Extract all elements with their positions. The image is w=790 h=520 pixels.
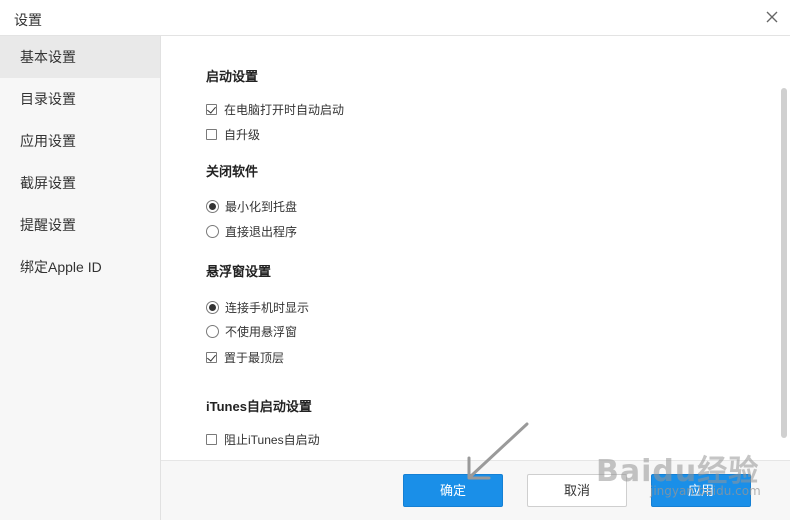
- dialog-footer: 确定 取消 应用: [161, 460, 790, 520]
- section-title-itunes: iTunes自启动设置: [206, 399, 312, 414]
- sidebar-item-basic[interactable]: 基本设置: [0, 36, 160, 78]
- never-show-radio[interactable]: 不使用悬浮窗: [206, 322, 297, 340]
- ok-button[interactable]: 确定: [403, 474, 503, 507]
- always-on-top-label: 置于最顶层: [224, 350, 285, 365]
- exit-app-radio[interactable]: 直接退出程序: [206, 222, 297, 240]
- auto-upgrade-checkbox[interactable]: 自升级: [206, 125, 260, 143]
- checkbox-checked-icon[interactable]: [206, 351, 217, 363]
- radio-unselected-icon[interactable]: [206, 224, 219, 238]
- checkbox-checked-icon[interactable]: [206, 103, 217, 115]
- vertical-scrollbar[interactable]: [781, 88, 787, 438]
- show-on-connect-radio[interactable]: 连接手机时显示: [206, 298, 309, 316]
- block-itunes-label: 阻止iTunes自启动: [224, 432, 320, 447]
- radio-selected-icon[interactable]: [206, 199, 219, 213]
- title-bar: 设置: [0, 0, 790, 36]
- settings-sidebar: 基本设置 目录设置 应用设置 截屏设置 提醒设置 绑定Apple ID: [0, 36, 161, 520]
- radio-selected-icon[interactable]: [206, 300, 219, 314]
- close-icon[interactable]: [764, 9, 780, 25]
- window-title: 设置: [14, 12, 42, 28]
- never-show-label: 不使用悬浮窗: [225, 324, 298, 339]
- apply-button[interactable]: 应用: [651, 474, 751, 507]
- section-title-float-window: 悬浮窗设置: [206, 264, 272, 279]
- section-title-startup: 启动设置: [206, 69, 259, 84]
- always-on-top-checkbox[interactable]: 置于最顶层: [206, 348, 284, 366]
- radio-unselected-icon[interactable]: [206, 324, 219, 338]
- cancel-button[interactable]: 取消: [527, 474, 627, 507]
- auto-start-label: 在电脑打开时自动启动: [224, 102, 345, 117]
- sidebar-item-screenshot[interactable]: 截屏设置: [0, 162, 160, 204]
- checkbox-unchecked-icon[interactable]: [206, 128, 217, 140]
- sidebar-item-reminder[interactable]: 提醒设置: [0, 204, 160, 246]
- checkbox-unchecked-icon[interactable]: [206, 433, 217, 445]
- settings-content: 启动设置 在电脑打开时自动启动 自升级 关闭软件 最小化到托盘 直接退出程序 悬…: [161, 36, 790, 460]
- section-title-close: 关闭软件: [206, 164, 259, 179]
- sidebar-item-apps[interactable]: 应用设置: [0, 120, 160, 162]
- exit-app-label: 直接退出程序: [225, 224, 298, 239]
- sidebar-item-directory[interactable]: 目录设置: [0, 78, 160, 120]
- minimize-tray-label: 最小化到托盘: [225, 199, 298, 214]
- sidebar-item-apple-id[interactable]: 绑定Apple ID: [0, 246, 160, 288]
- auto-start-checkbox[interactable]: 在电脑打开时自动启动: [206, 100, 344, 118]
- block-itunes-checkbox[interactable]: 阻止iTunes自启动: [206, 430, 320, 448]
- minimize-tray-radio[interactable]: 最小化到托盘: [206, 197, 297, 215]
- show-on-connect-label: 连接手机时显示: [225, 300, 310, 315]
- auto-upgrade-label: 自升级: [224, 127, 261, 142]
